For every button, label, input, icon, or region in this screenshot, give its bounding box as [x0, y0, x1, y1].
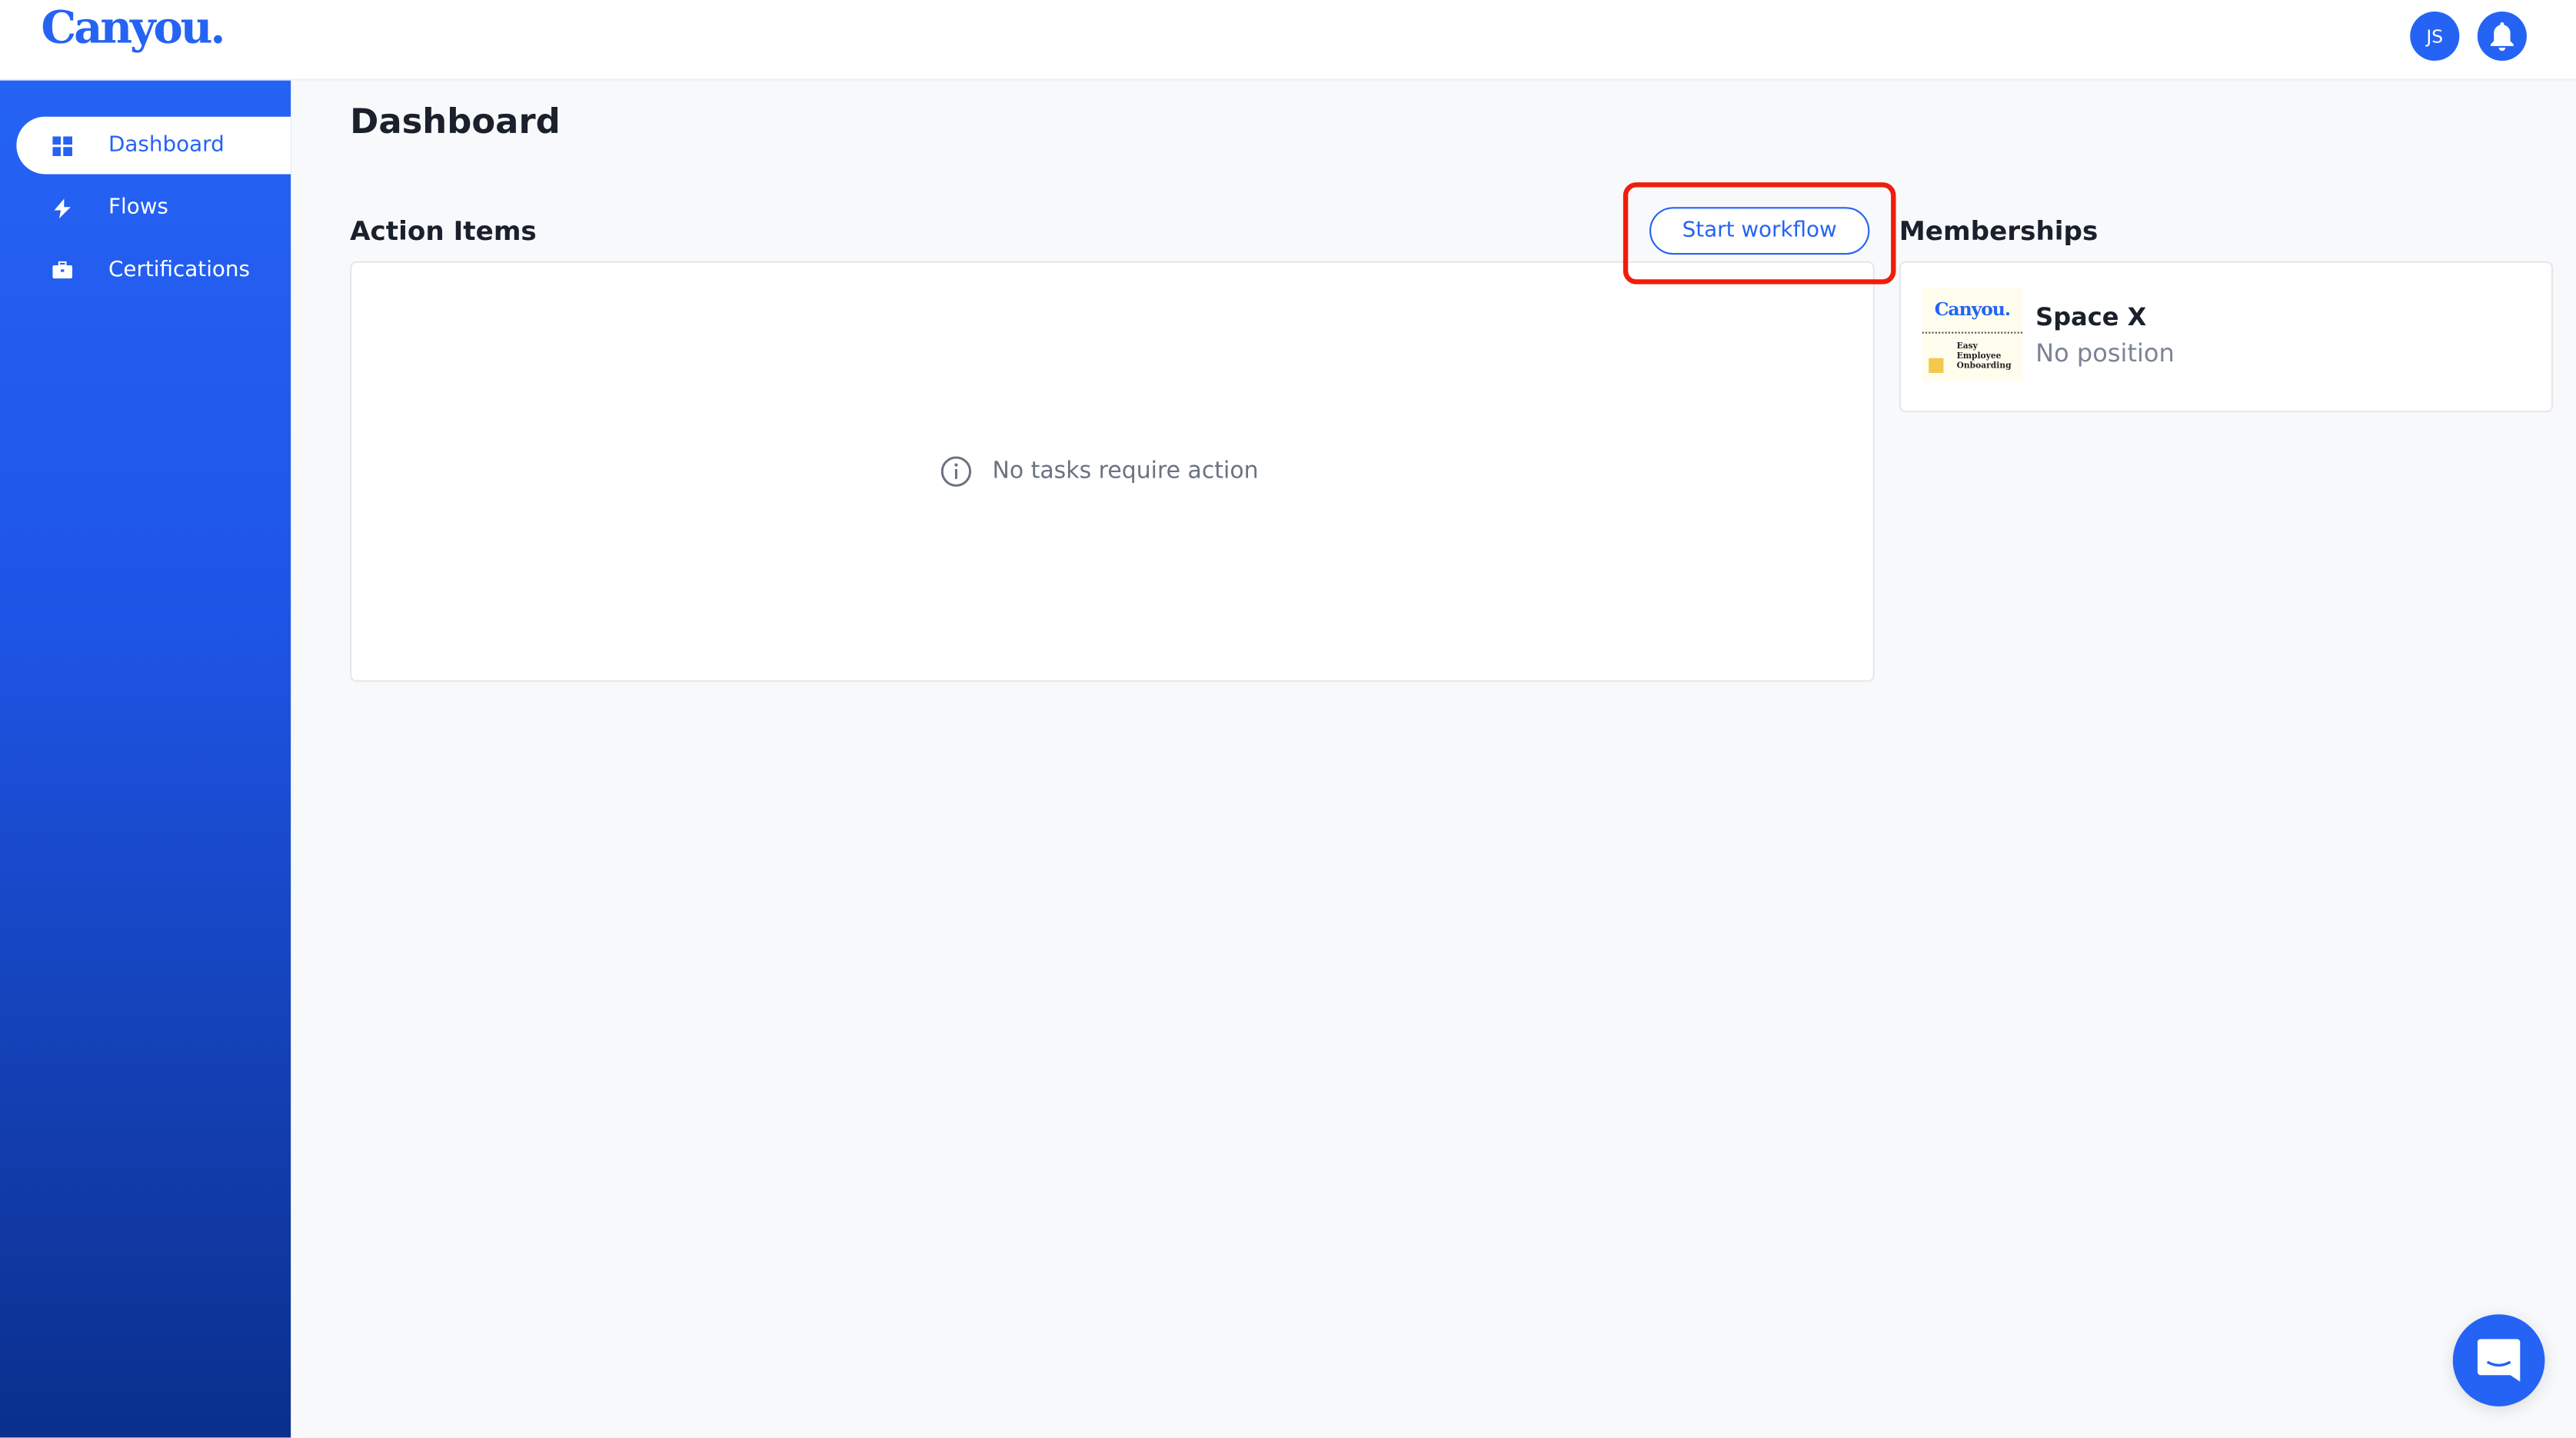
- membership-logo: Canyou. Easy Employee Onboarding: [1922, 287, 2023, 381]
- logo-tagline: Easy Employee Onboarding: [1956, 341, 2012, 371]
- briefcase-icon: [16, 261, 108, 280]
- info-icon: [940, 456, 972, 487]
- empty-state: No tasks require action: [940, 455, 1259, 488]
- highlight-box: [1622, 182, 1896, 285]
- sidebar-item-dashboard[interactable]: Dashboard: [16, 116, 291, 175]
- membership-position: No position: [2035, 338, 2175, 368]
- bell-icon: [2490, 22, 2514, 52]
- user-avatar[interactable]: JS: [2410, 11, 2460, 62]
- lightning-icon: [16, 198, 108, 218]
- empty-message: No tasks require action: [992, 458, 1259, 485]
- chat-launcher-button[interactable]: [2452, 1314, 2545, 1406]
- notifications-button[interactable]: [2477, 11, 2527, 62]
- sidebar: Dashboard Flows Certifications: [0, 80, 291, 1438]
- sidebar-item-label: Certifications: [108, 258, 250, 283]
- membership-name: Space X: [2035, 302, 2147, 332]
- page-title: Dashboard: [350, 102, 561, 141]
- chat-icon: [2477, 1339, 2521, 1382]
- canyou-logo[interactable]: Canyou.: [41, 3, 225, 54]
- logo-title: Canyou.: [1934, 298, 2011, 321]
- sidebar-item-certifications[interactable]: Certifications: [16, 241, 291, 299]
- top-bar: Canyou. JS: [0, 0, 2576, 81]
- sidebar-item-label: Dashboard: [108, 133, 225, 158]
- memberships-heading: Memberships: [1899, 215, 2098, 247]
- dashboard-icon: [16, 135, 108, 155]
- sidebar-item-label: Flows: [108, 195, 168, 221]
- action-items-heading: Action Items: [350, 215, 537, 247]
- sidebar-item-flows[interactable]: Flows: [16, 179, 291, 237]
